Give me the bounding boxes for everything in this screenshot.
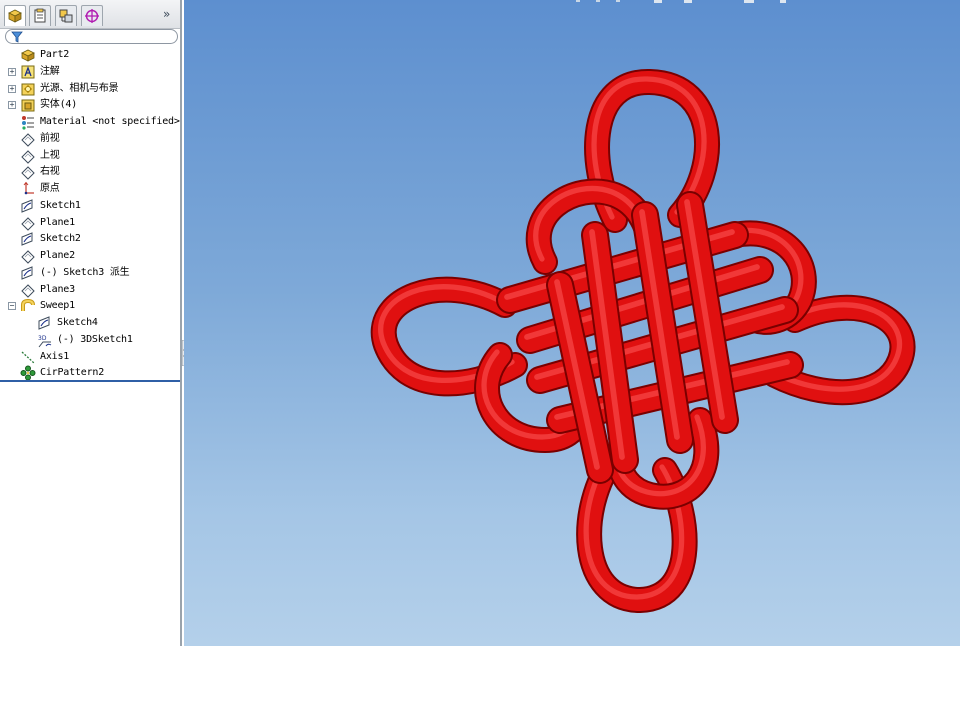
tab-propertymanager[interactable] xyxy=(29,5,51,26)
solidworks-window: » Part2 + 注解 + 光源、相机与布景 + 实体(4) Material <not s… xyxy=(0,0,960,646)
tree-node-node-7[interactable]: 右视 xyxy=(0,164,180,180)
sketch-icon xyxy=(38,316,50,330)
sketch-icon xyxy=(21,232,33,246)
tree-node-4[interactable]: + 实体(4) xyxy=(0,97,180,113)
tree-node-label: 原点 xyxy=(40,183,60,194)
tree-node-label: Plane2 xyxy=(40,250,75,261)
tree-node-label: Part2 xyxy=(40,49,70,60)
tab-featuremanager[interactable] xyxy=(4,5,26,26)
chinese-knot-model[interactable] xyxy=(184,0,960,646)
tree-node-label: Plane1 xyxy=(40,216,75,228)
tree-node-label: Sweep1 xyxy=(40,300,75,312)
tree-node-part2[interactable]: Part2 xyxy=(0,47,180,63)
configurationmanager-icon xyxy=(59,9,73,23)
tree-node-sweep1[interactable]: − Sweep1 xyxy=(0,298,180,314)
plane-icon xyxy=(21,149,35,164)
featuremanager-panel: » Part2 + 注解 + 光源、相机与布景 + 实体(4) Material <not s… xyxy=(0,0,182,646)
graphics-area[interactable] xyxy=(184,0,960,646)
axis-icon xyxy=(21,351,35,363)
featuremanager-tree-icon xyxy=(8,9,22,23)
tree-node-label: (-) 3DSketch1 xyxy=(57,333,133,345)
tree-node-node-2[interactable]: + 光源、相机与布景 xyxy=(0,81,180,97)
tree-node-label: Sketch4 xyxy=(57,317,98,328)
tree-node-label: (-) Sketch3 派生 xyxy=(40,266,130,278)
more-tabs-chevron-icon[interactable]: » xyxy=(163,7,170,21)
tree-node-plane1[interactable]: Plane1 xyxy=(0,215,180,231)
filter-funnel-icon xyxy=(11,31,23,43)
plane-icon xyxy=(21,283,35,298)
tree-node-label: 上视 xyxy=(40,149,60,161)
tree-node-label: 前视 xyxy=(40,132,60,144)
dimxpertmanager-icon xyxy=(85,9,99,23)
tree-node-label: 注解 xyxy=(40,65,60,77)
panel-tab-bar: » xyxy=(0,0,180,29)
tree-node-label: 右视 xyxy=(40,166,60,178)
tree-node-sketch4[interactable]: Sketch4 xyxy=(0,315,180,331)
plane-icon xyxy=(21,250,35,264)
part-icon xyxy=(21,49,35,62)
expand-toggle-icon[interactable]: + xyxy=(8,67,16,76)
svg-text:3D: 3D xyxy=(38,335,47,342)
origin-icon xyxy=(23,181,34,195)
tree-node-node-5[interactable]: 前视 xyxy=(0,131,180,147)
tree-node-label: Plane3 xyxy=(40,283,75,295)
tree-node-label: 实体(4) xyxy=(40,99,78,111)
expand-toggle-icon[interactable]: + xyxy=(8,84,16,93)
tree-node-label: 光源、相机与布景 xyxy=(40,82,119,94)
sketch-icon xyxy=(21,266,33,280)
tab-configurationmanager[interactable] xyxy=(55,5,77,26)
annotations-icon xyxy=(21,65,35,79)
tree-node-material-not-specified[interactable]: Material <not specified> xyxy=(0,114,180,130)
tree-node-label: CirPattern2 xyxy=(40,367,105,379)
tab-dimxpertmanager[interactable] xyxy=(81,5,103,26)
tree-node-plane3[interactable]: Plane3 xyxy=(0,282,180,298)
lights-cameras-scene-icon xyxy=(21,83,35,95)
tree-node-label: Axis1 xyxy=(40,350,70,362)
tree-node-node-8[interactable]: 原点 xyxy=(0,181,180,197)
sweep-icon xyxy=(21,299,35,312)
solid-bodies-icon xyxy=(21,99,35,112)
tree-node-label: Sketch1 xyxy=(40,199,81,211)
tree-node-3dsketch1[interactable]: 3D (-) 3DSketch1 xyxy=(0,332,180,348)
tree-node-node-1[interactable]: + 注解 xyxy=(0,64,180,80)
tree-rollback-bar[interactable] xyxy=(0,380,180,382)
expand-toggle-icon[interactable]: − xyxy=(8,302,16,311)
tree-node-label: Sketch2 xyxy=(40,233,81,245)
tree-node-sketch1[interactable]: Sketch1 xyxy=(0,198,180,214)
circular-pattern-icon xyxy=(20,365,36,381)
3dsketch-icon: 3D xyxy=(38,335,52,348)
plane-icon xyxy=(21,133,35,147)
tree-node-cirpattern2[interactable]: CirPattern2 xyxy=(0,365,180,381)
sketch-icon xyxy=(21,199,33,213)
tree-node-label: Material <not specified> xyxy=(40,116,180,127)
tree-node-sketch2[interactable]: Sketch2 xyxy=(0,231,180,247)
tree-node-node-6[interactable]: 上视 xyxy=(0,148,180,164)
plane-icon xyxy=(21,216,35,231)
tree-node-plane2[interactable]: Plane2 xyxy=(0,248,180,264)
tree-node-axis1[interactable]: Axis1 xyxy=(0,349,180,365)
material-icon xyxy=(22,116,34,130)
expand-toggle-icon[interactable]: + xyxy=(8,101,16,110)
tree-node-sketch3[interactable]: (-) Sketch3 派生 xyxy=(0,265,180,281)
feature-filter-input[interactable] xyxy=(5,29,178,44)
propertymanager-icon xyxy=(34,8,46,23)
plane-icon xyxy=(21,166,35,180)
